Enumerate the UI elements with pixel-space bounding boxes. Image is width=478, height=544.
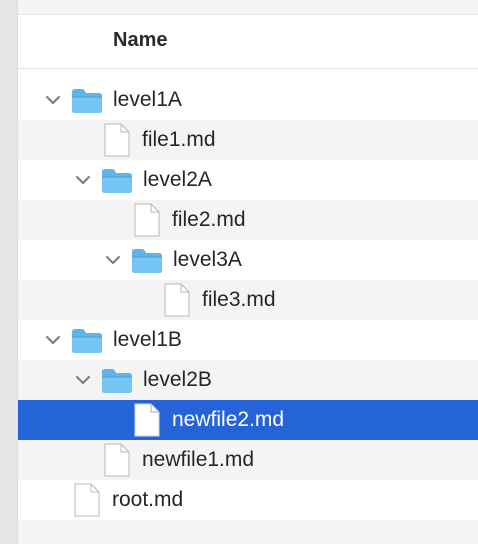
folder-icon [101,168,133,194]
list-item-level1A[interactable]: level1A [18,80,478,120]
list-item-file3[interactable]: file3.md [18,280,478,320]
folder-icon [101,368,133,394]
document-icon [134,203,160,237]
folder-icon [131,248,163,274]
chevron-down-icon[interactable] [73,170,93,190]
column-header[interactable]: Name [18,15,478,69]
list-item-newfile2[interactable]: newfile2.md [18,400,478,440]
item-name: root.md [112,488,184,511]
item-name: file3.md [202,288,276,311]
document-icon [134,403,160,437]
item-name: file1.md [142,128,216,151]
item-name: newfile2.md [172,408,285,431]
list-item-root[interactable]: root.md [18,480,478,520]
chevron-down-icon[interactable] [43,330,63,350]
item-name: level2A [143,168,212,191]
file-list: level1A file1.md level2A file2.md level3… [18,80,478,520]
item-name: level1A [113,88,182,111]
list-item-level3A[interactable]: level3A [18,240,478,280]
item-name: level3A [173,248,242,271]
item-name: file2.md [172,208,246,231]
list-item-newfile1[interactable]: newfile1.md [18,440,478,480]
sidebar-edge [0,0,18,544]
item-name: level2B [143,368,212,391]
list-item-level1B[interactable]: level1B [18,320,478,360]
list-item-level2A[interactable]: level2A [18,160,478,200]
item-name: level1B [113,328,182,351]
toolbar-strip [18,0,478,15]
chevron-down-icon[interactable] [43,90,63,110]
item-name: newfile1.md [142,448,255,471]
chevron-down-icon[interactable] [103,250,123,270]
name-column-header[interactable]: Name [113,29,167,52]
folder-icon [71,328,103,354]
folder-icon [71,88,103,114]
document-icon [104,443,130,477]
list-item-level2B[interactable]: level2B [18,360,478,400]
document-icon [104,123,130,157]
list-item-file1[interactable]: file1.md [18,120,478,160]
empty-row [18,520,478,544]
chevron-down-icon[interactable] [73,370,93,390]
finder-window: Name level1A file1.md level2A file2.md l… [0,0,478,544]
list-item-file2[interactable]: file2.md [18,200,478,240]
document-icon [164,283,190,317]
document-icon [74,483,100,517]
